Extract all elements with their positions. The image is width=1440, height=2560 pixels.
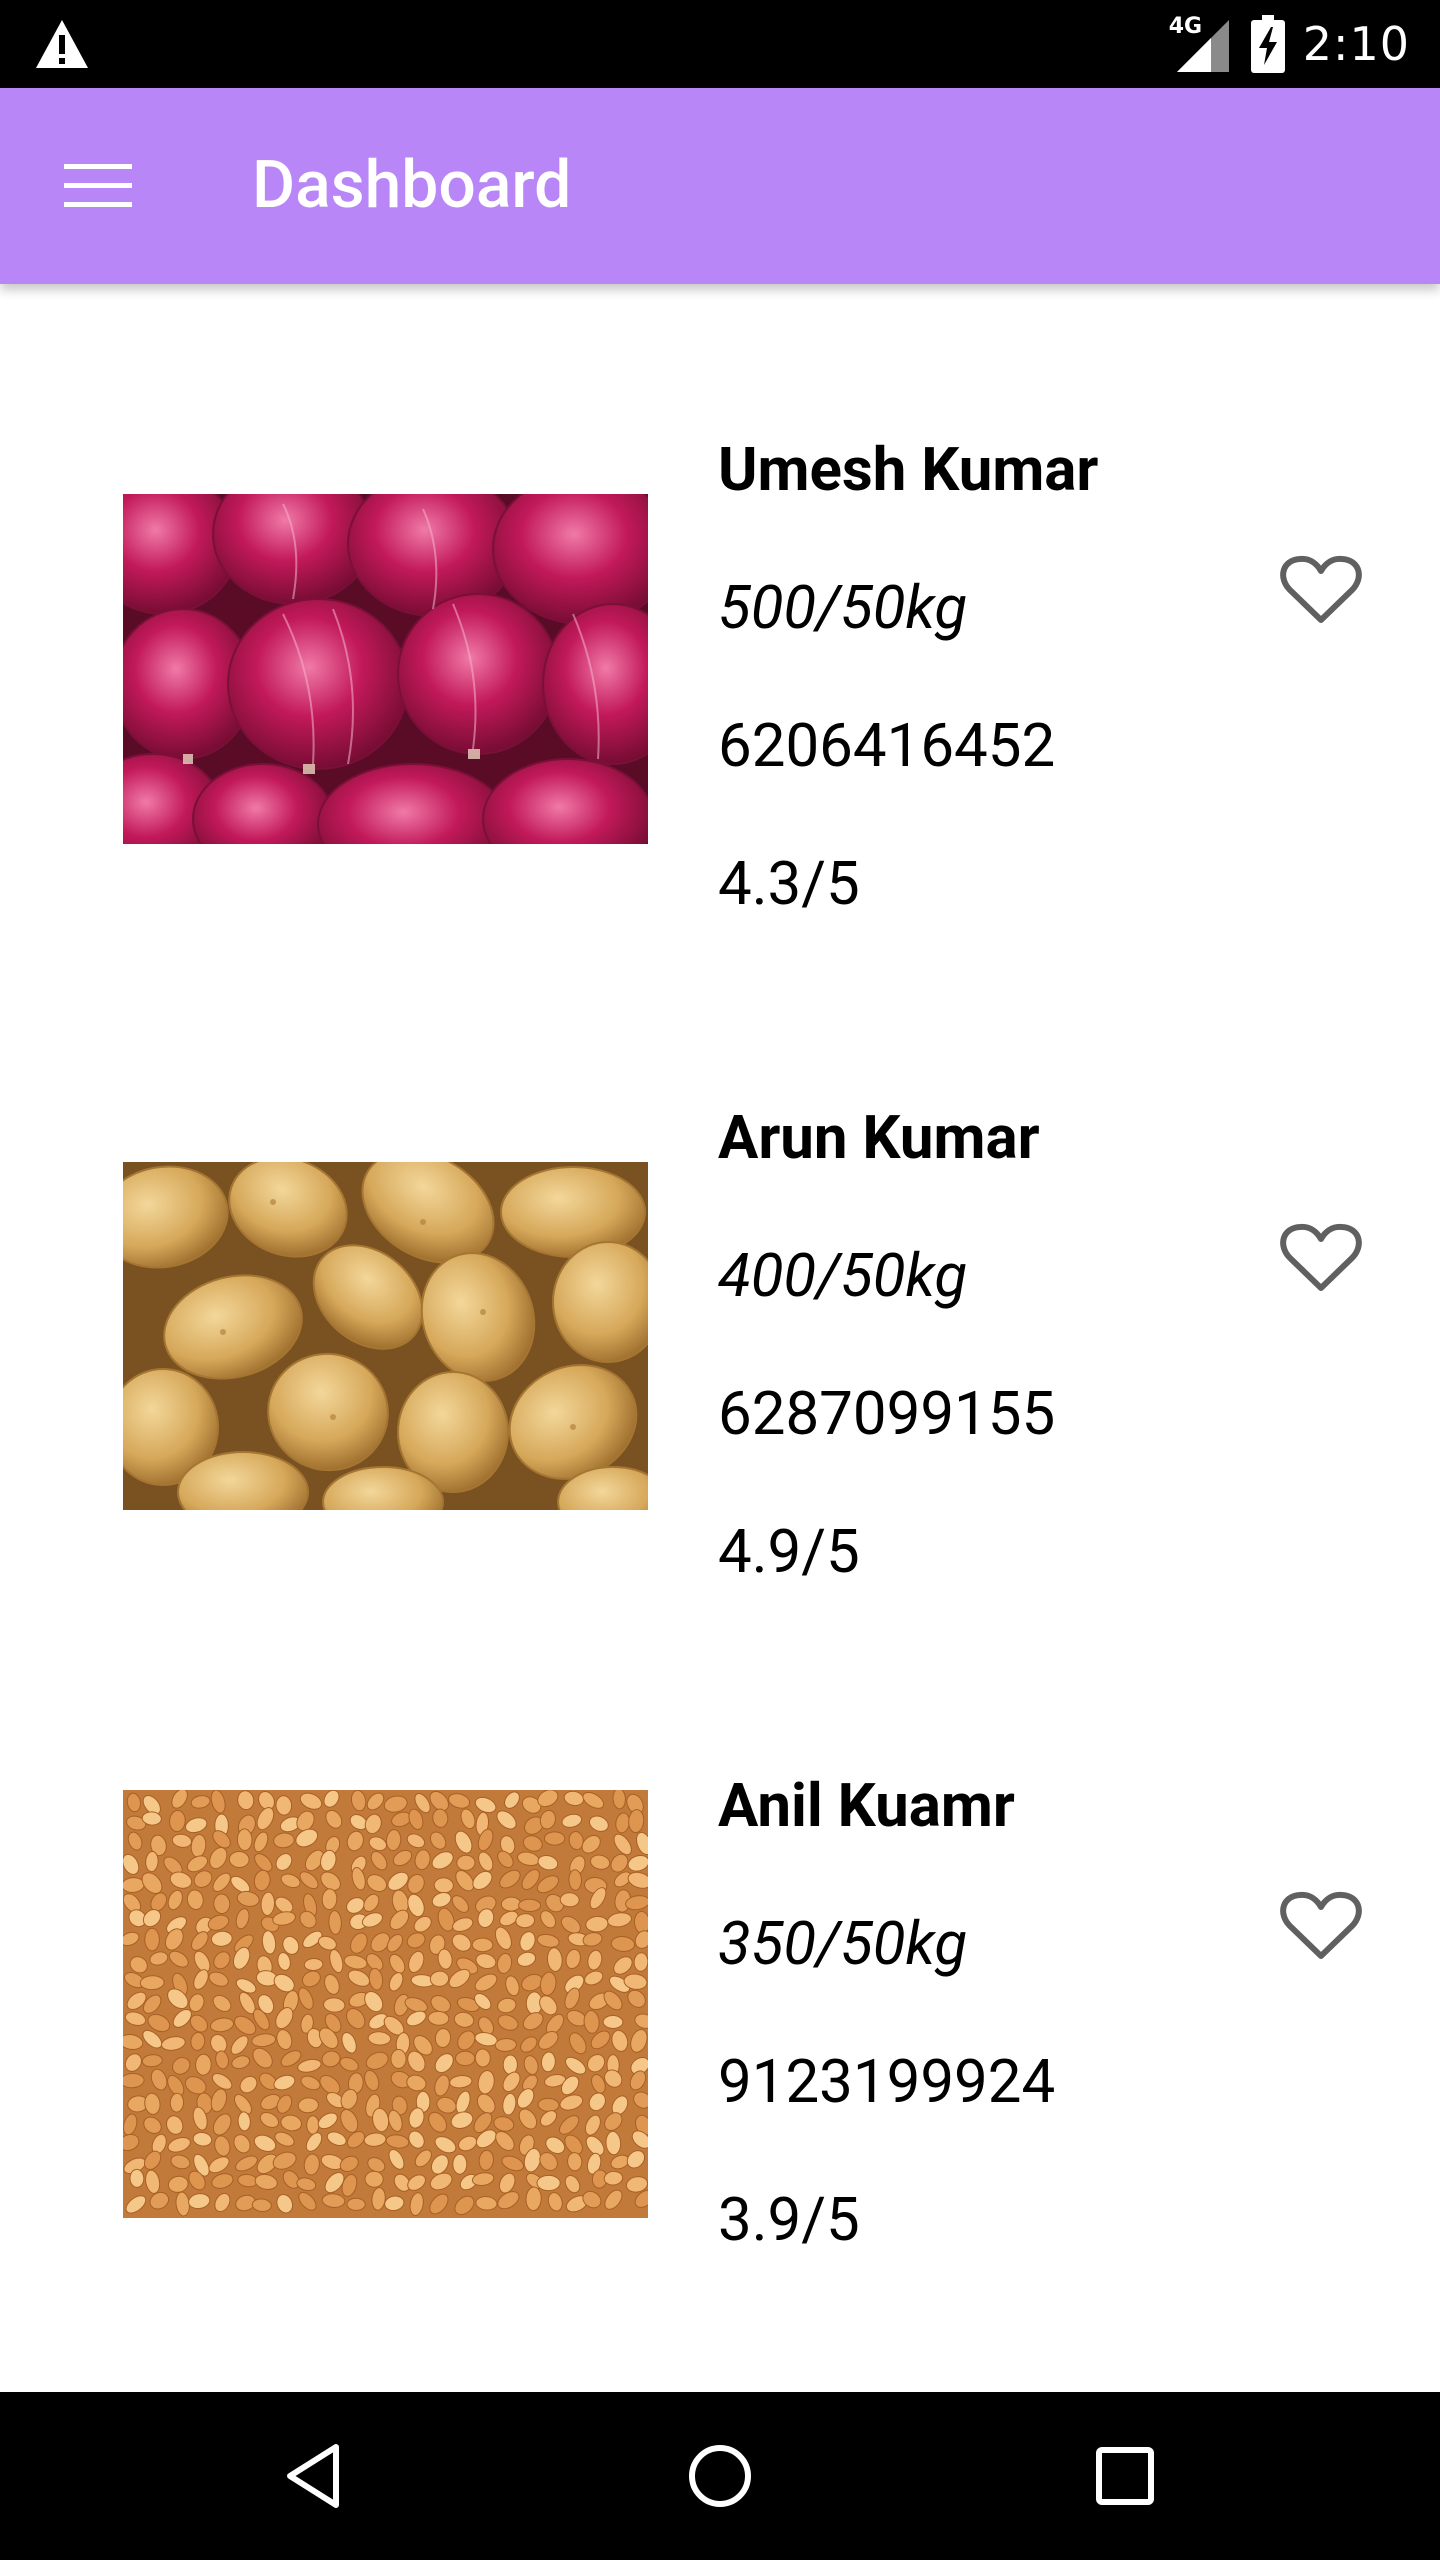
heart-outline-icon (1280, 1891, 1362, 1959)
home-icon (689, 2445, 751, 2507)
product-list: Umesh Kumar 500/50kg 6206416452 4.3/5 Ar… (0, 284, 1440, 2392)
price: 500/50kg (718, 572, 968, 643)
seller-name: Arun Kumar (718, 1102, 1040, 1173)
product-image-wheat (123, 1790, 648, 2218)
signal-icon: 4G (1169, 12, 1233, 76)
back-icon (287, 2444, 339, 2508)
warning-icon (34, 18, 90, 70)
list-item[interactable]: Umesh Kumar 500/50kg 6206416452 4.3/5 (0, 284, 1440, 952)
hamburger-menu-icon (64, 164, 132, 207)
page-title: Dashboard (252, 147, 572, 224)
recents-button[interactable] (1075, 2426, 1175, 2526)
status-time: 2:10 (1302, 17, 1410, 71)
navigation-bar (0, 2392, 1440, 2560)
phone-number: 6287099155 (718, 1378, 1056, 1449)
home-button[interactable] (670, 2426, 770, 2526)
price: 400/50kg (718, 1240, 968, 1311)
favorite-button[interactable] (1280, 1222, 1362, 1294)
back-button[interactable] (265, 2426, 365, 2526)
seller-name: Anil Kuamr (718, 1770, 1015, 1841)
phone-number: 9123199924 (718, 2046, 1056, 2117)
rating: 4.9/5 (718, 1516, 860, 1587)
favorite-button[interactable] (1280, 1890, 1362, 1962)
battery-charging-icon (1250, 15, 1285, 73)
list-item[interactable]: Arun Kumar 400/50kg 6287099155 4.9/5 (0, 952, 1440, 1620)
phone-number: 6206416452 (718, 710, 1056, 781)
price: 350/50kg (718, 1908, 968, 1979)
heart-outline-icon (1280, 555, 1362, 623)
status-bar: 4G 2:10 (0, 0, 1440, 88)
product-image-onions (123, 494, 648, 844)
list-item[interactable]: Anil Kuamr 350/50kg 9123199924 3.9/5 (0, 1620, 1440, 2288)
product-image-potatoes (123, 1162, 648, 1510)
recents-icon (1096, 2447, 1154, 2505)
seller-name: Umesh Kumar (718, 434, 1099, 505)
rating: 3.9/5 (718, 2184, 860, 2255)
status-indicators: 4G 2:10 (1169, 0, 1410, 88)
menu-button[interactable] (46, 144, 150, 228)
rating: 4.3/5 (718, 848, 860, 919)
favorite-button[interactable] (1280, 554, 1362, 626)
heart-outline-icon (1280, 1223, 1362, 1291)
app-bar: Dashboard (0, 88, 1440, 284)
